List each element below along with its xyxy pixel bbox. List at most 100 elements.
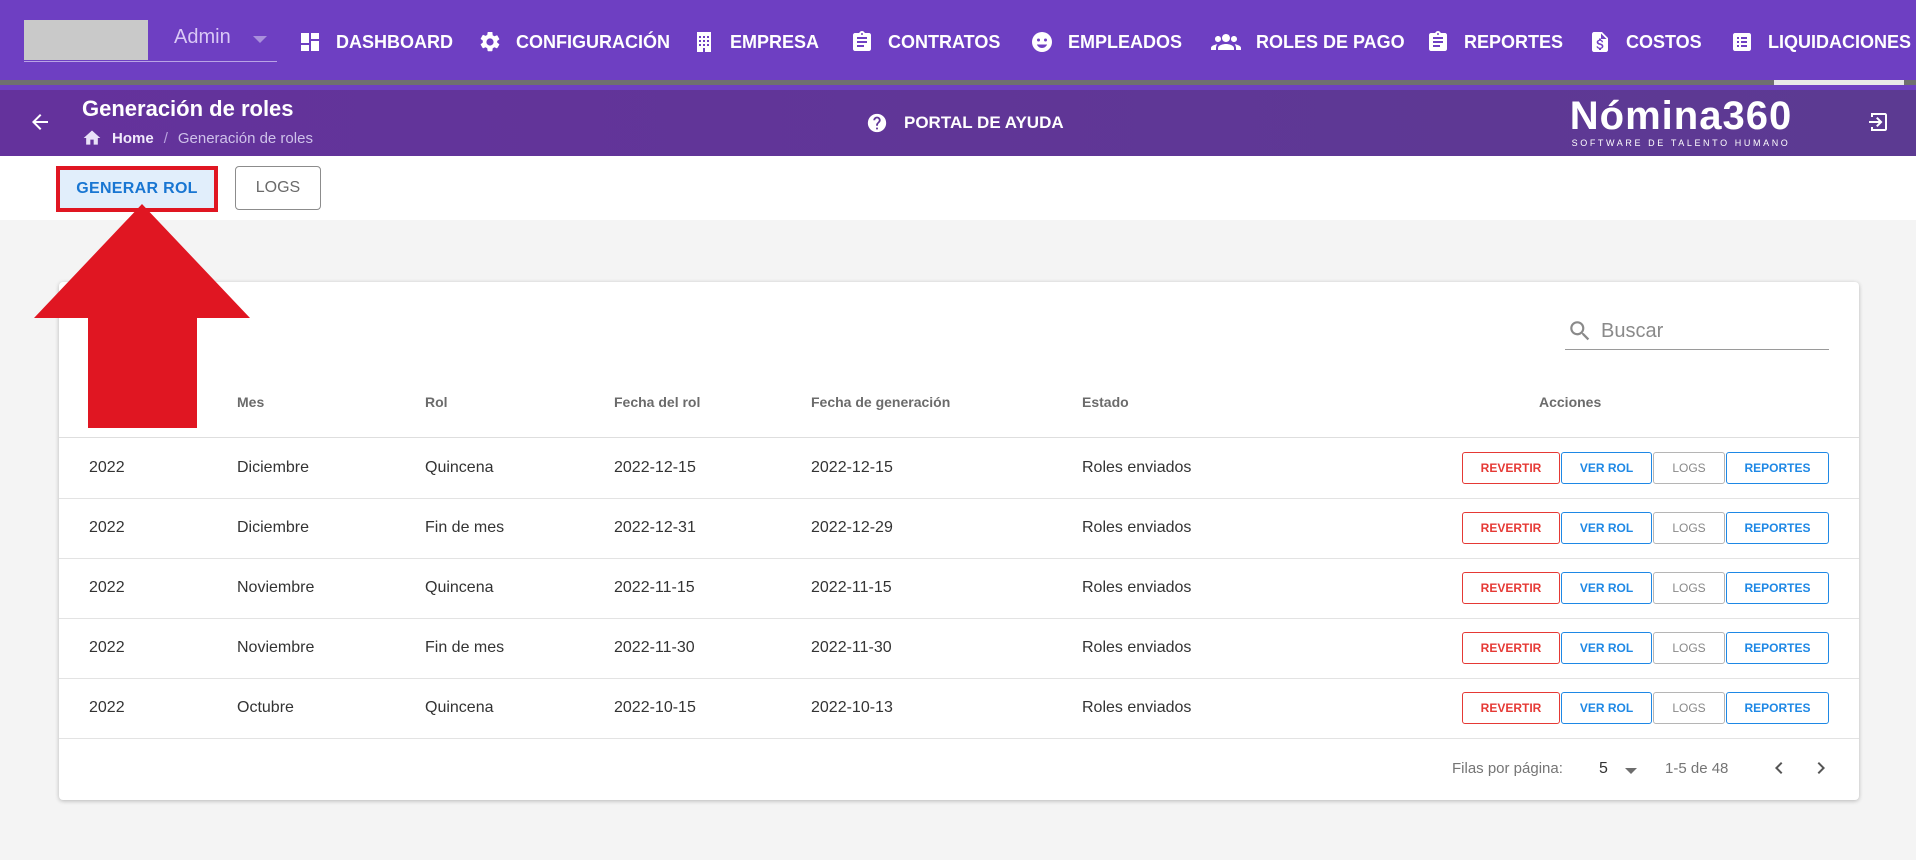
caret-down-icon [1625, 768, 1637, 774]
nav-item-liquidaciones[interactable]: LIQUIDACIONES [1730, 0, 1911, 84]
reportes-button[interactable]: REPORTES [1726, 632, 1829, 664]
user-selector[interactable]: Admin [24, 20, 277, 62]
table-row: 2022 Noviembre Quincena 2022-11-15 2022-11-1… [59, 559, 1859, 619]
rows-per-page-value: 5 [1599, 760, 1608, 777]
back-button[interactable] [28, 110, 52, 134]
row-actions: REVERTIR VER ROL LOGS REPORTES [1462, 512, 1830, 544]
page-header: Generación de roles Home / Generación de… [0, 90, 1916, 156]
list-icon [1733, 33, 1751, 51]
nav-item-configuracion[interactable]: CONFIGURACIÓN [478, 0, 670, 84]
column-header-acciones: Acciones [1539, 394, 1602, 410]
row-logs-button[interactable]: LOGS [1653, 572, 1725, 604]
table-row: 2022 Octubre Quincena 2022-10-15 2022-10-13 R… [59, 679, 1859, 739]
face-icon [1032, 32, 1052, 52]
nav-item-costos[interactable]: COSTOS [1588, 0, 1702, 84]
dashboard-icon [301, 33, 319, 51]
cell-fecha-rol: 2022-11-15 [614, 579, 695, 596]
revertir-button[interactable]: REVERTIR [1462, 692, 1560, 724]
cell-mes: Diciembre [237, 519, 310, 536]
cell-estado: Roles enviados [1082, 519, 1192, 536]
rows-per-page-select[interactable]: 5 [1591, 756, 1641, 782]
reportes-button[interactable]: REPORTES [1726, 512, 1829, 544]
nav-item-empresa[interactable]: EMPRESA [692, 0, 819, 84]
reportes-button[interactable]: REPORTES [1726, 452, 1829, 484]
logout-icon [1869, 113, 1887, 131]
nav-item-roles-de-pago[interactable]: ROLES DE PAGO [1210, 0, 1405, 84]
cell-fecha-generacion: 2022-11-30 [811, 639, 892, 656]
search-box[interactable] [1565, 312, 1829, 350]
search-input[interactable] [1601, 316, 1821, 346]
cell-mes: Diciembre [237, 459, 310, 476]
building-icon [697, 32, 711, 52]
cell-rol: Quincena [425, 579, 494, 596]
ver-rol-button[interactable]: VER ROL [1561, 572, 1652, 604]
table-row: 2022 Diciembre Quincena 2022-12-15 2022-12-1… [59, 439, 1859, 499]
nav-item-label: CONTRATOS [888, 31, 1001, 52]
help-portal-link[interactable]: PORTAL DE AYUDA [866, 112, 1064, 134]
cell-anio: 2022 [89, 579, 125, 596]
nav-item-label: REPORTES [1464, 31, 1564, 52]
row-logs-button[interactable]: LOGS [1653, 512, 1725, 544]
revertir-button[interactable]: REVERTIR [1462, 572, 1560, 604]
nav-item-label: LIQUIDACIONES [1768, 31, 1912, 52]
nav-item-label: COSTOS [1626, 31, 1702, 52]
row-actions: REVERTIR VER ROL LOGS REPORTES [1462, 632, 1830, 664]
ver-rol-button[interactable]: VER ROL [1561, 452, 1652, 484]
brand-logo: Nómina360 SOFTWARE DE TALENTO HUMANO [1568, 94, 1794, 148]
row-actions: REVERTIR VER ROL LOGS REPORTES [1462, 692, 1830, 724]
cell-fecha-generacion: 2022-10-13 [811, 699, 893, 716]
column-header-estado[interactable]: Estado [1082, 394, 1129, 410]
cell-estado: Roles enviados [1082, 579, 1192, 596]
user-avatar-placeholder [24, 20, 148, 60]
revertir-button[interactable]: REVERTIR [1462, 452, 1560, 484]
logout-button[interactable] [1866, 110, 1890, 134]
row-logs-button[interactable]: LOGS [1653, 632, 1725, 664]
group-icon [1211, 34, 1241, 50]
chevron-left-icon [1775, 762, 1783, 774]
table-row: 2022 Noviembre Fin de mes 2022-11-30 2022-11… [59, 619, 1859, 679]
breadcrumb-current: Generación de roles [177, 129, 313, 147]
nav-active-indicator [1774, 80, 1904, 85]
ver-rol-button[interactable]: VER ROL [1561, 632, 1652, 664]
pagination-range: 1-5 de 48 [1665, 760, 1729, 777]
nav-item-label: DASHBOARD [336, 31, 453, 52]
nav-item-reportes[interactable]: REPORTES [1426, 0, 1563, 84]
help-portal-label: PORTAL DE AYUDA [904, 113, 1064, 132]
column-header-rol[interactable]: Rol [425, 394, 448, 410]
nav-item-empleados[interactable]: EMPLEADOS [1030, 0, 1182, 84]
revertir-button[interactable]: REVERTIR [1462, 632, 1560, 664]
cell-rol: Fin de mes [425, 519, 505, 536]
nav-item-contratos[interactable]: CONTRATOS [850, 0, 1000, 84]
revertir-button[interactable]: REVERTIR [1462, 512, 1560, 544]
breadcrumb-separator: / [163, 129, 168, 147]
column-header-fecha-rol[interactable]: Fecha del rol [614, 394, 700, 410]
cell-estado: Roles enviados [1082, 639, 1192, 656]
cell-estado: Roles enviados [1082, 459, 1192, 476]
nav-divider [0, 80, 1916, 85]
cell-mes: Noviembre [237, 579, 315, 596]
gear-icon [480, 31, 500, 52]
cell-anio: 2022 [89, 699, 125, 716]
ver-rol-button[interactable]: VER ROL [1561, 512, 1652, 544]
help-circle-icon [867, 113, 887, 133]
reportes-button[interactable]: REPORTES [1726, 572, 1829, 604]
row-logs-button[interactable]: LOGS [1653, 452, 1725, 484]
row-logs-button[interactable]: LOGS [1653, 692, 1725, 724]
brand-tagline: SOFTWARE DE TALENTO HUMANO [1571, 138, 1791, 148]
brand-name: Nómina360 [1569, 94, 1793, 138]
column-header-fecha-generacion[interactable]: Fecha de generación [811, 394, 950, 410]
cell-anio: 2022 [89, 519, 125, 536]
breadcrumb-home-link[interactable]: Home [112, 130, 154, 147]
caret-down-icon [253, 36, 267, 43]
cell-mes: Noviembre [237, 639, 315, 656]
previous-page-button[interactable] [1767, 756, 1791, 780]
cell-rol: Quincena [425, 459, 494, 476]
reportes-button[interactable]: REPORTES [1726, 692, 1829, 724]
annotation-arrow-up [34, 204, 250, 428]
user-name: Admin [174, 26, 231, 48]
home-icon [83, 130, 101, 145]
cell-fecha-rol: 2022-11-30 [614, 639, 695, 656]
ver-rol-button[interactable]: VER ROL [1561, 692, 1652, 724]
nav-item-dashboard[interactable]: DASHBOARD [298, 0, 453, 84]
next-page-button[interactable] [1809, 756, 1833, 780]
